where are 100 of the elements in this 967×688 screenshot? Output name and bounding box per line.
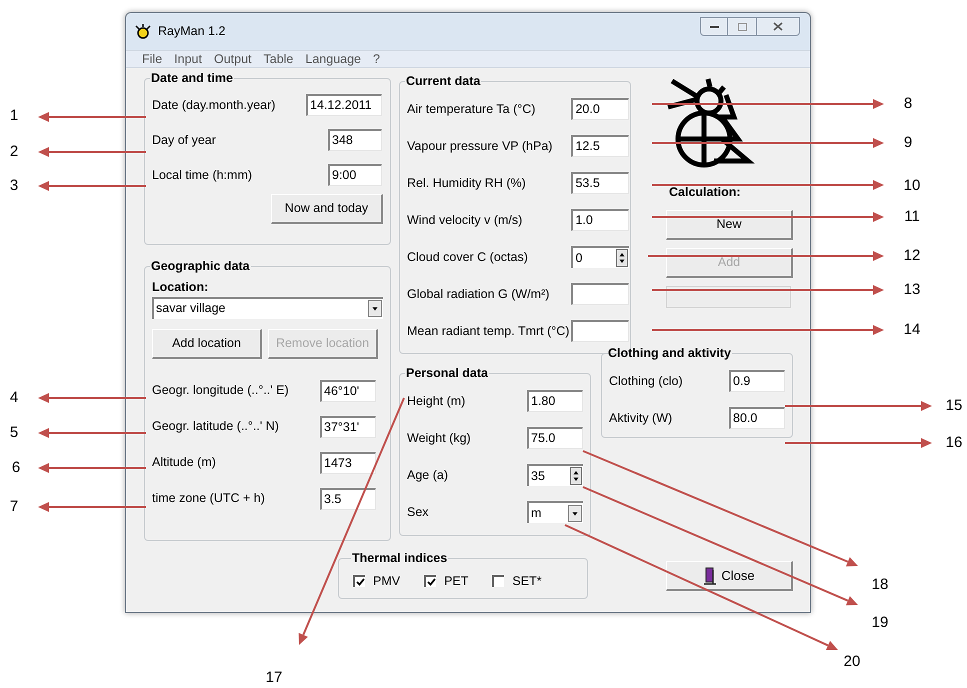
- field-label: Weight (kg): [407, 430, 471, 447]
- minimize-button[interactable]: [700, 17, 728, 36]
- annotation-number: 14: [904, 320, 920, 340]
- spinner-value: 0: [575, 250, 582, 267]
- now-and-today-button[interactable]: Now and today: [271, 194, 383, 224]
- field-label: Global radiation G (W/m²): [407, 286, 550, 303]
- input-field[interactable]: [571, 320, 630, 342]
- group-title: Clothing and aktivity: [607, 344, 732, 362]
- maximize-icon: [738, 22, 746, 30]
- field-label: time zone (UTC + h): [152, 490, 265, 508]
- location-button[interactable]: Add location: [152, 328, 262, 358]
- input-field[interactable]: 1.0: [571, 209, 630, 232]
- menu-item[interactable]: Input: [174, 50, 202, 68]
- calculation-label: Calculation:: [668, 184, 742, 201]
- spinner-value: 35: [531, 468, 545, 485]
- input-field[interactable]: 1473: [320, 452, 376, 474]
- field-label: Local time (h:mm): [152, 166, 252, 184]
- field-label: Geogr. latitude (..°..' N): [152, 418, 279, 436]
- input-field[interactable]: 75.0: [527, 427, 583, 450]
- close-button[interactable]: Close: [666, 561, 793, 591]
- spinner-field[interactable]: 35: [527, 464, 583, 486]
- group-title: Current data: [405, 73, 482, 90]
- dropdown-caret-icon: [568, 504, 582, 522]
- annotation-number: 4: [10, 388, 18, 408]
- field-label: Location:: [152, 278, 210, 296]
- field-label: Cloud cover C (octas): [407, 248, 528, 266]
- menu-item[interactable]: ?: [373, 50, 380, 68]
- annotation-number: 16: [946, 432, 962, 453]
- annotation-number: 18: [872, 574, 888, 595]
- annotation-number: 3: [10, 176, 18, 196]
- calculation-button[interactable]: New: [666, 210, 793, 240]
- group-title: Thermal indices: [351, 550, 448, 567]
- group-title: Geographic data: [150, 258, 251, 275]
- spinner-field[interactable]: 0: [571, 246, 630, 268]
- field-label: Sex: [407, 504, 429, 521]
- input-field[interactable]: 9:00: [328, 164, 382, 186]
- sun-icon: [134, 22, 152, 40]
- dropdown-field[interactable]: savar village: [152, 296, 383, 318]
- input-field[interactable]: 46°10': [320, 380, 376, 402]
- annotation-number: 20: [844, 652, 860, 672]
- field-label: Rel. Humidity RH (%): [407, 174, 526, 192]
- input-field[interactable]: 12.5: [571, 135, 630, 158]
- input-field[interactable]: [571, 283, 630, 306]
- annotation-number: 11: [904, 206, 920, 227]
- close-window-button[interactable]: [756, 17, 800, 36]
- field-label: Wind velocity v (m/s): [407, 212, 522, 229]
- input-field[interactable]: 3.5: [320, 488, 376, 510]
- annotation-number: 1: [10, 106, 18, 126]
- field-label: Date (day.month.year): [152, 96, 276, 114]
- input-field[interactable]: 53.5: [571, 172, 630, 194]
- annotation-number: 6: [12, 458, 20, 478]
- annotation-number: 7: [10, 496, 18, 517]
- menu-item[interactable]: File: [142, 50, 162, 68]
- input-field[interactable]: 14.12.2011: [306, 94, 382, 116]
- field-label: Mean radiant temp. Tmrt (°C): [407, 322, 570, 340]
- field-label: Geogr. longitude (..°..' E): [152, 382, 289, 400]
- window-title: RayMan 1.2: [158, 23, 226, 40]
- annotation-number: 5: [10, 422, 18, 443]
- dropdown-caret-icon: [368, 300, 382, 317]
- checkbox[interactable]: [492, 575, 504, 588]
- input-field[interactable]: 348: [328, 129, 382, 152]
- annotation-number: 17: [266, 668, 282, 688]
- dropdown-value: savar village: [156, 300, 226, 318]
- annotation-number: 15: [946, 396, 962, 416]
- input-field[interactable]: 37°31': [320, 416, 376, 438]
- input-field[interactable]: 20.0: [571, 98, 630, 120]
- input-field[interactable]: 1.80: [527, 390, 583, 412]
- field-label: Vapour pressure VP (hPa): [407, 138, 552, 155]
- close-icon: [773, 22, 783, 31]
- checkbox-label: PMV: [373, 572, 400, 590]
- input-field[interactable]: 0.9: [729, 370, 785, 392]
- dropdown-field[interactable]: m: [527, 501, 583, 524]
- menu-item[interactable]: Output: [214, 50, 252, 68]
- field-label: Age (a): [407, 466, 448, 484]
- spinner-arrows-icon: [616, 249, 628, 268]
- checkbox-label: SET*: [512, 572, 542, 590]
- checkmark-icon: [426, 578, 436, 586]
- menu-item[interactable]: Table: [264, 50, 294, 68]
- spinner-arrows-icon: [570, 467, 582, 486]
- annotation-number: 2: [10, 142, 18, 162]
- field-label: Day of year: [152, 132, 216, 149]
- group-title: Personal data: [405, 365, 489, 382]
- annotation-number: 13: [904, 280, 920, 300]
- menu-item[interactable]: Language: [305, 50, 362, 68]
- checkmark-icon: [356, 578, 364, 586]
- minimize-icon: [710, 24, 718, 28]
- annotation-number: 9: [904, 132, 912, 153]
- annotation-number: 19: [872, 612, 888, 633]
- checkbox[interactable]: [353, 575, 365, 588]
- annotation-number: 12: [904, 246, 920, 266]
- checkbox-label: PET: [444, 572, 468, 590]
- field-label: Clothing (clo): [609, 372, 683, 390]
- checkbox[interactable]: [424, 575, 436, 588]
- input-field[interactable]: 80.0: [729, 407, 785, 429]
- door-icon: [703, 566, 718, 586]
- field-label: Altitude (m): [152, 454, 216, 472]
- field-label: Aktivity (W): [609, 410, 672, 427]
- field-label: Air temperature Ta (°C): [407, 100, 536, 118]
- field-label: Height (m): [407, 392, 466, 410]
- dropdown-value: m: [531, 504, 542, 522]
